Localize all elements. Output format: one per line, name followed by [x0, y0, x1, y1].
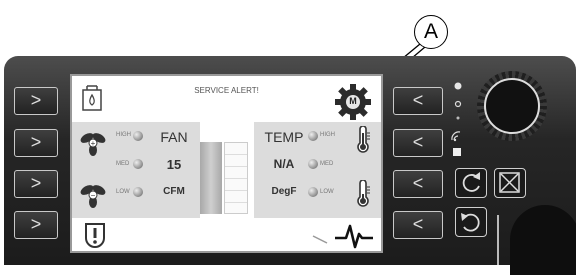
- refresh-button[interactable]: [455, 168, 487, 198]
- temp-level-high-indicator[interactable]: [308, 131, 318, 141]
- fan-level-bar: [200, 142, 222, 214]
- undo-button[interactable]: [455, 207, 487, 237]
- knob-face: [484, 78, 540, 134]
- fan-icon[interactable]: +: [78, 130, 108, 156]
- temp-title: TEMP: [264, 129, 304, 145]
- temp-level-med-indicator[interactable]: [308, 159, 318, 169]
- callout-label: A: [414, 15, 448, 49]
- right-softkey-2[interactable]: <: [393, 129, 443, 157]
- close-icon: [499, 172, 520, 193]
- left-softkey-3[interactable]: >: [14, 170, 58, 198]
- thermometer-icon[interactable]: [354, 126, 372, 154]
- fan-level-med-label: MED: [116, 161, 130, 167]
- temp-level-high-label: HIGH: [320, 132, 335, 138]
- refresh-icon: [462, 172, 480, 192]
- fan-level-high-indicator[interactable]: [133, 131, 143, 141]
- warning-icon[interactable]: [80, 220, 110, 250]
- undo-icon: [461, 213, 480, 232]
- left-softkey-4[interactable]: >: [14, 211, 58, 239]
- temp-level-med-label: MED: [320, 161, 334, 167]
- close-button[interactable]: [494, 168, 526, 198]
- rotary-knob[interactable]: [477, 71, 547, 141]
- temp-level-low-label: LOW: [320, 189, 334, 195]
- temp-level-low-indicator[interactable]: [308, 187, 318, 197]
- fan-level-med-indicator[interactable]: [133, 159, 143, 169]
- pulse-icon[interactable]: [334, 222, 374, 250]
- right-softkey-4[interactable]: <: [393, 211, 443, 239]
- fan-title: FAN: [160, 129, 188, 145]
- fan-level-low-indicator[interactable]: [133, 187, 143, 197]
- plug-icon: [312, 235, 328, 244]
- fan-value: 15: [166, 157, 182, 172]
- temp-value: N/A: [273, 157, 295, 171]
- wifi-icon: [451, 131, 461, 142]
- left-softkey-2[interactable]: >: [14, 129, 58, 157]
- fan-icon[interactable]: −: [78, 182, 108, 208]
- svg-text:+: +: [91, 139, 96, 148]
- status-indicators: [454, 82, 462, 120]
- right-softkey-1[interactable]: <: [393, 87, 443, 115]
- temp-unit: DegF: [271, 186, 297, 197]
- left-softkey-1[interactable]: >: [14, 87, 58, 115]
- svg-text:−: −: [91, 191, 96, 200]
- fan-unit: CFM: [163, 186, 185, 197]
- right-softkey-3[interactable]: <: [393, 170, 443, 198]
- thermometer-icon[interactable]: [354, 180, 372, 208]
- fan-level-low-label: LOW: [116, 189, 130, 195]
- gear-badge: M: [349, 96, 357, 106]
- temp-level-bar: [224, 142, 248, 214]
- display-screen: SERVICE ALERT! M + − HIGH MED LOW FAN 15…: [70, 74, 383, 253]
- status-square: [453, 148, 461, 156]
- port-pin: [497, 215, 499, 265]
- fan-level-high-label: HIGH: [116, 132, 131, 138]
